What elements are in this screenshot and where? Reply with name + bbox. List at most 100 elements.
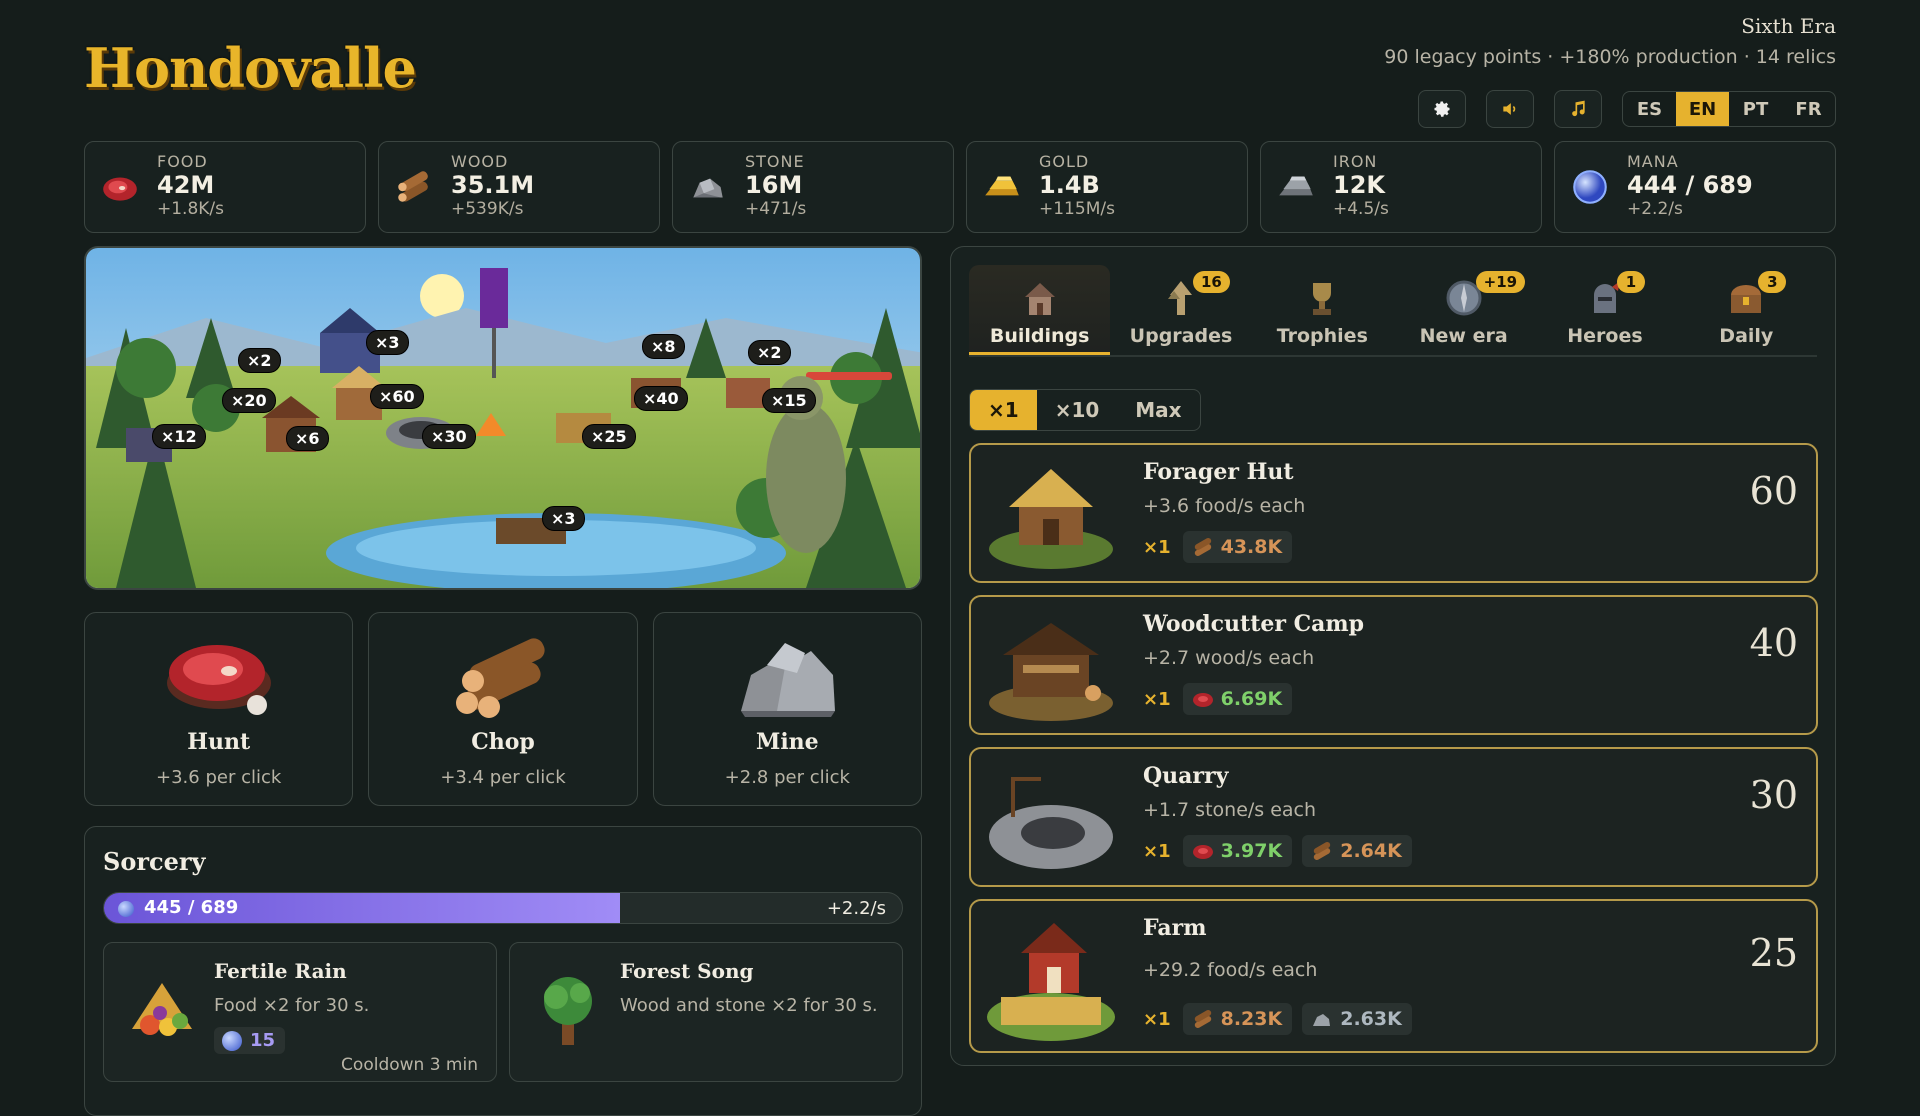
lang-en[interactable]: EN bbox=[1676, 92, 1729, 126]
scene-count-tag: ×6 bbox=[286, 426, 329, 451]
cornucopia-icon bbox=[132, 983, 192, 1036]
tab-heroes[interactable]: 1 Heroes bbox=[1534, 265, 1675, 355]
logs-icon bbox=[455, 638, 545, 718]
spell-card[interactable]: Forest Song Wood and stone ×2 for 30 s. bbox=[509, 942, 903, 1082]
spell-card[interactable]: Fertile Rain Food ×2 for 30 s. 15 Cooldo… bbox=[103, 942, 497, 1082]
buy-quantity: ×1 bbox=[1143, 536, 1171, 558]
building-count: 40 bbox=[1749, 621, 1798, 665]
cost-food: 6.69K bbox=[1182, 683, 1293, 715]
tab-new-era[interactable]: +19 New era bbox=[1393, 265, 1534, 355]
tab-trophies[interactable]: Trophies bbox=[1252, 265, 1393, 355]
stone-icon bbox=[693, 178, 723, 198]
music-button[interactable] bbox=[1554, 90, 1602, 128]
settings-button[interactable] bbox=[1418, 90, 1466, 128]
building-farm[interactable]: Farm +29.2 food/s each 25 ×1 8.23K 2.63K bbox=[969, 899, 1818, 1053]
build-panel: Buildings 16 Upgrades Trophies +19 New e… bbox=[950, 246, 1836, 1066]
scene-count-tag: ×15 bbox=[762, 388, 816, 413]
resource-gold: GOLD 1.4B +115M/s bbox=[966, 141, 1248, 233]
gather-actions: Hunt +3.6 per click Chop +3.4 per click … bbox=[84, 612, 922, 806]
scene-count-tag: ×2 bbox=[238, 348, 281, 373]
language-selector: ES EN PT FR bbox=[1622, 91, 1836, 127]
lang-fr[interactable]: FR bbox=[1782, 92, 1835, 126]
tab-badge: 1 bbox=[1616, 271, 1645, 293]
meat-icon bbox=[1192, 693, 1213, 707]
scene-count-tag: ×3 bbox=[366, 330, 409, 355]
mana-rate: +2.2/s bbox=[826, 898, 886, 919]
scene-count-tag: ×2 bbox=[748, 340, 791, 365]
buy-quantity: ×1 bbox=[1143, 688, 1171, 710]
meat-icon bbox=[1192, 845, 1213, 859]
game-logo: Hondovalle bbox=[84, 36, 417, 100]
logs-icon bbox=[1194, 538, 1211, 556]
hunt-button[interactable]: Hunt +3.6 per click bbox=[84, 612, 354, 806]
era-summary: 90 legacy points · +180% production · 14… bbox=[1384, 46, 1836, 68]
tab-badge: 3 bbox=[1758, 271, 1787, 293]
resource-wood: WOOD 35.1M +539K/s bbox=[378, 141, 660, 233]
mana-orb-icon bbox=[1573, 170, 1607, 204]
building-count: 30 bbox=[1749, 773, 1798, 817]
building-count: 60 bbox=[1749, 469, 1798, 513]
scene-count-tag: ×25 bbox=[582, 424, 636, 449]
scene-count-tag: ×30 bbox=[422, 424, 476, 449]
meat-icon bbox=[103, 177, 137, 201]
building-count: 25 bbox=[1749, 931, 1798, 975]
buy-quantity: ×1 bbox=[1143, 1008, 1171, 1030]
lang-es[interactable]: ES bbox=[1623, 92, 1676, 126]
resource-mana: MANA 444 / 689 +2.2/s bbox=[1554, 141, 1836, 233]
house-icon bbox=[1024, 283, 1055, 315]
era-title: Sixth Era bbox=[1741, 14, 1836, 38]
resource-food: FOOD 42M +1.8K/s bbox=[84, 141, 366, 233]
cost-wood: 43.8K bbox=[1182, 531, 1293, 563]
mana-bar-text: 445 / 689 bbox=[144, 897, 239, 918]
top-bar: Hondovalle Sixth Era 90 legacy points · … bbox=[84, 14, 1836, 128]
panel-tabs: Buildings 16 Upgrades Trophies +19 New e… bbox=[969, 265, 1817, 357]
building-woodcutter-camp[interactable]: Woodcutter Camp +2.7 wood/s each 40 ×1 6… bbox=[969, 595, 1818, 735]
scene-count-tag: ×12 bbox=[152, 424, 206, 449]
cost-wood: 2.64K bbox=[1302, 835, 1412, 867]
quarry-image bbox=[989, 777, 1113, 869]
scene-count-tag: ×60 bbox=[370, 384, 424, 409]
sorcery-title: Sorcery bbox=[103, 847, 206, 876]
mana-orb-icon bbox=[222, 1030, 242, 1051]
controls: ES EN PT FR bbox=[1418, 90, 1836, 128]
buy-multiplier: ×1 ×10 Max bbox=[969, 389, 1201, 431]
woodcutter-camp-image bbox=[989, 623, 1113, 721]
lang-pt[interactable]: PT bbox=[1729, 92, 1782, 126]
forager-hut-image bbox=[989, 469, 1113, 569]
building-quarry[interactable]: Quarry +1.7 stone/s each 30 ×1 3.97K 2.6… bbox=[969, 747, 1818, 887]
resource-iron: IRON 12K +4.5/s bbox=[1260, 141, 1542, 233]
scene-count-tag: ×40 bbox=[634, 386, 688, 411]
village-illustration bbox=[86, 248, 920, 588]
logs-icon bbox=[1314, 842, 1331, 860]
rocks-icon bbox=[741, 643, 836, 717]
iron-icon bbox=[1279, 176, 1313, 196]
tab-badge: 16 bbox=[1192, 271, 1230, 293]
multiplier-x1[interactable]: ×1 bbox=[970, 390, 1037, 430]
mana-bar: 445 / 689 +2.2/s bbox=[103, 892, 903, 924]
multiplier-max[interactable]: Max bbox=[1117, 390, 1199, 430]
scene-count-tag: ×3 bbox=[542, 506, 585, 531]
chop-button[interactable]: Chop +3.4 per click bbox=[368, 612, 638, 806]
tab-upgrades[interactable]: 16 Upgrades bbox=[1110, 265, 1251, 355]
mana-orb-icon bbox=[118, 901, 134, 917]
multiplier-x10[interactable]: ×10 bbox=[1037, 390, 1118, 430]
era-info: Sixth Era 90 legacy points · +180% produ… bbox=[1384, 14, 1836, 68]
village-scene[interactable]: ×2 ×3 ×8 ×2 ×20 ×60 ×40 ×15 ×12 ×6 ×30 ×… bbox=[84, 246, 922, 590]
gear-icon bbox=[1434, 101, 1450, 117]
sound-button[interactable] bbox=[1486, 90, 1534, 128]
cost-wood: 8.23K bbox=[1182, 1003, 1293, 1035]
tab-badge: +19 bbox=[1475, 271, 1526, 293]
spell-cooldown: Cooldown 3 min bbox=[341, 1055, 478, 1075]
tab-buildings[interactable]: Buildings bbox=[969, 265, 1111, 355]
building-forager-hut[interactable]: Forager Hut +3.6 food/s each 60 ×1 43.8K bbox=[969, 443, 1818, 583]
tree-icon bbox=[544, 977, 592, 1045]
steak-icon bbox=[166, 645, 271, 715]
logs-icon bbox=[1194, 1010, 1211, 1028]
tab-daily[interactable]: 3 Daily bbox=[1676, 265, 1817, 355]
gold-icon bbox=[985, 176, 1019, 196]
stone-icon bbox=[1313, 1014, 1331, 1026]
mine-button[interactable]: Mine +2.8 per click bbox=[652, 612, 922, 806]
cost-food: 3.97K bbox=[1182, 835, 1293, 867]
trophy-icon bbox=[1313, 283, 1332, 315]
resource-bar: FOOD 42M +1.8K/s WOOD 35.1M +539K/s STON… bbox=[84, 141, 1836, 233]
